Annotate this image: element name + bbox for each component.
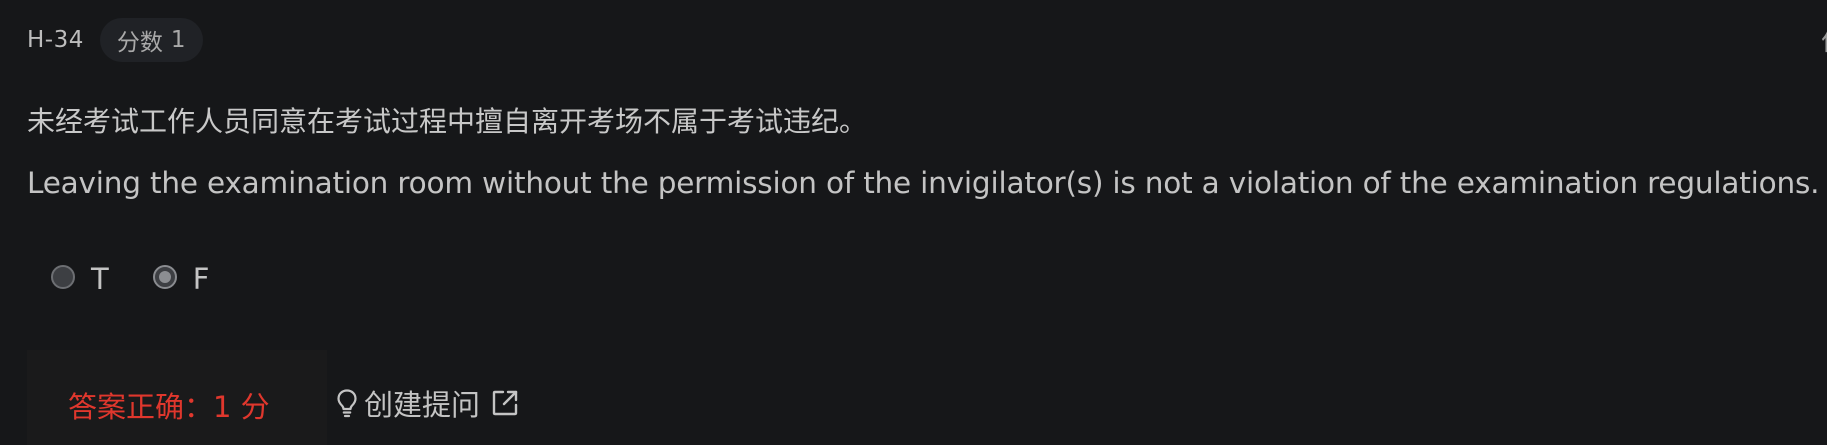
question-text-cn: 未经考试工作人员同意在考试过程中擅自离开考场不属于考试违纪。	[27, 105, 868, 138]
question-header: H-34 分数 1	[27, 18, 203, 62]
corner-label-fragment: 作	[1821, 22, 1827, 58]
option-true-label: T	[91, 262, 109, 296]
option-true[interactable]: T	[51, 262, 109, 296]
result-text: 答案正确：1 分	[68, 390, 270, 424]
score-badge: 分数 1	[99, 18, 203, 62]
create-question-label: 创建提问	[364, 388, 481, 422]
radio-true[interactable]	[51, 265, 75, 289]
external-link-icon	[490, 388, 520, 418]
lightbulb-icon	[336, 388, 358, 418]
question-text-en: Leaving the examination room without the…	[27, 166, 1820, 200]
create-question-link[interactable]: 创建提问	[336, 382, 520, 424]
option-false[interactable]: F	[152, 262, 210, 296]
option-false-label: F	[192, 262, 210, 296]
score-value: 1	[170, 27, 186, 53]
radio-false[interactable]	[152, 265, 177, 289]
answer-options: T F	[51, 262, 253, 296]
score-label: 分数	[116, 30, 163, 56]
question-id: H-34	[27, 27, 84, 53]
